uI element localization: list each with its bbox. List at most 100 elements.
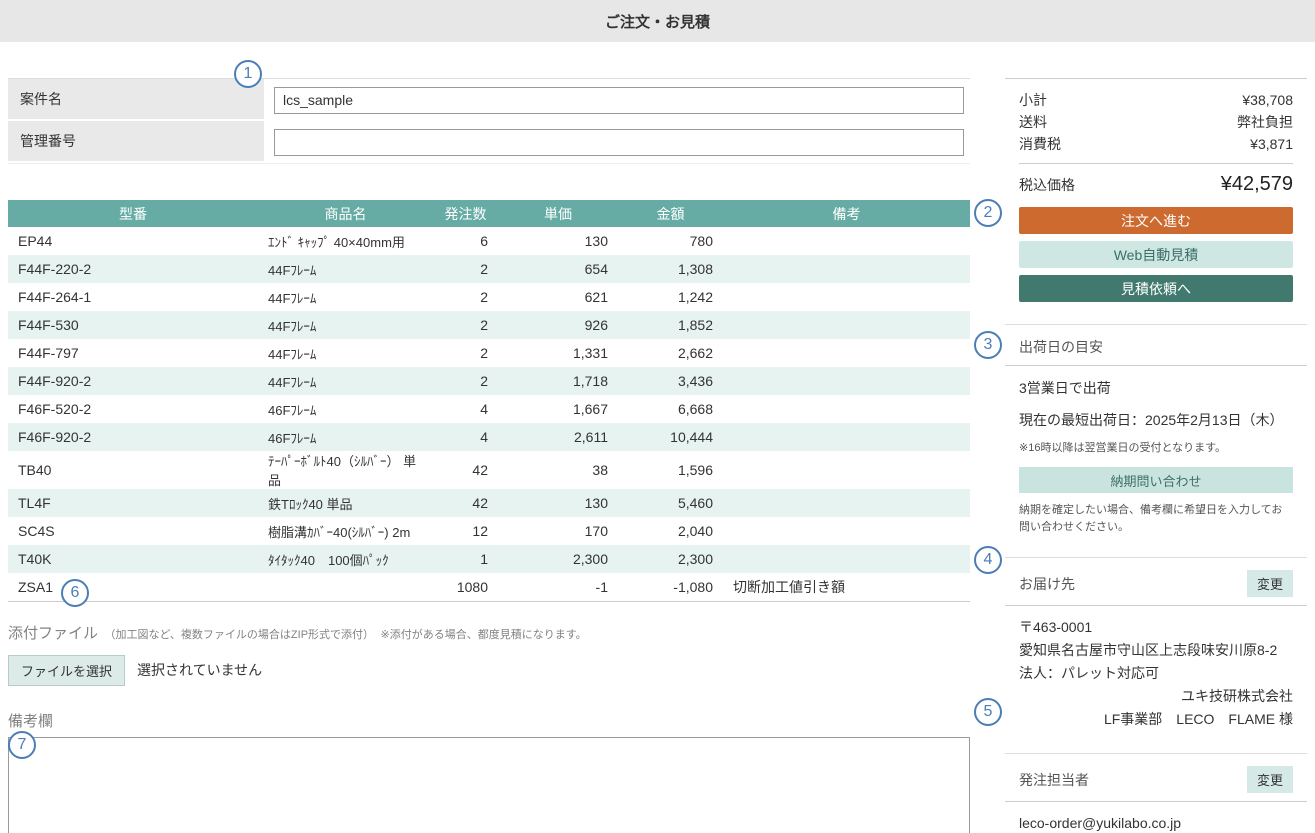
management-number-input[interactable] xyxy=(274,129,964,156)
cell-qty: 6 xyxy=(433,227,498,255)
tax-label: 消費税 xyxy=(1019,133,1061,155)
table-row: F46F-920-246Fﾌﾚｰﾑ42,61110,444 xyxy=(8,423,970,451)
cell-amount: 5,460 xyxy=(618,489,723,517)
quote-request-button[interactable]: 見積依頼へ xyxy=(1019,275,1293,302)
cell-model: ZSA1 xyxy=(8,573,258,601)
project-name-label: 案件名 xyxy=(8,79,264,121)
cell-product-name: 鉄Tﾛｯｸ40 単品 xyxy=(258,489,433,517)
file-select-button[interactable]: ファイルを選択 xyxy=(8,655,125,686)
lead-time-text: 3営業日で出荷 xyxy=(1019,378,1293,398)
product-table-body: EP44ｴﾝﾄﾞ ｷｬｯﾌﾟ 40×40mm用6130780F44F-220-2… xyxy=(8,227,970,601)
web-auto-quote-button[interactable]: Web自動見積 xyxy=(1019,241,1293,268)
delivery-inquiry-button[interactable]: 納期問い合わせ xyxy=(1019,467,1293,493)
cell-qty: 42 xyxy=(433,451,498,489)
delivery-address: 愛知県名古屋市守山区上志段味安川原8-2 xyxy=(1019,639,1293,662)
order-info-form: 案件名 管理番号 xyxy=(8,78,970,164)
cell-product-name: 樹脂溝ｶﾊﾞｰ40(ｼﾙﾊﾞｰ) 2m xyxy=(258,517,433,545)
shipping-date-title-row: 出荷日の目安 xyxy=(1005,337,1307,366)
cell-product-name: 44Fﾌﾚｰﾑ xyxy=(258,367,433,395)
cell-note xyxy=(723,367,970,395)
cell-unit-price: 654 xyxy=(498,255,618,283)
remarks-textarea[interactable] xyxy=(8,737,970,833)
table-row: SC4S樹脂溝ｶﾊﾞｰ40(ｼﾙﾊﾞｰ) 2m121702,040 xyxy=(8,517,970,545)
cell-product-name: 44Fﾌﾚｰﾑ xyxy=(258,311,433,339)
cell-model: F44F-920-2 xyxy=(8,367,258,395)
table-row: TB40ﾃｰﾊﾟｰﾎﾞﾙﾄ40（ｼﾙﾊﾞｰ） 単品42381,596 xyxy=(8,451,970,489)
orderer-email: leco-order@yukilabo.co.jp xyxy=(1019,812,1293,833)
attachment-section: 添付ファイル （加工図など、複数ファイルの場合はZIP形式で添付） ※添付がある… xyxy=(8,622,970,686)
cell-model: F44F-264-1 xyxy=(8,283,258,311)
cell-unit-price: 1,718 xyxy=(498,367,618,395)
cell-amount: 2,040 xyxy=(618,517,723,545)
cell-qty: 2 xyxy=(433,339,498,367)
cell-amount: 1,242 xyxy=(618,283,723,311)
shipping-date-title: 出荷日の目安 xyxy=(1019,337,1103,357)
project-name-field-cell xyxy=(264,79,970,121)
product-table-head: 型番 商品名 発注数 単価 金額 備考 xyxy=(8,200,970,227)
cell-unit-price: 926 xyxy=(498,311,618,339)
annotation-circle-2: 2 xyxy=(974,199,1002,227)
cell-note: 切断加工値引き額 xyxy=(723,573,970,601)
cell-model: SC4S xyxy=(8,517,258,545)
table-row: F44F-220-244Fﾌﾚｰﾑ26541,308 xyxy=(8,255,970,283)
cell-model: F44F-530 xyxy=(8,311,258,339)
cell-qty: 4 xyxy=(433,423,498,451)
cell-note xyxy=(723,489,970,517)
page-title: ご注文・お見積 xyxy=(605,11,710,32)
table-row: F44F-79744Fﾌﾚｰﾑ21,3312,662 xyxy=(8,339,970,367)
total-row: 税込価格 ¥42,579 xyxy=(1019,164,1293,207)
cell-amount: 1,596 xyxy=(618,451,723,489)
tax-row: 消費税 ¥3,871 xyxy=(1019,133,1293,155)
shipping-row: 送料 弊社負担 xyxy=(1019,111,1293,133)
cell-qty: 4 xyxy=(433,395,498,423)
file-select-row: ファイルを選択 選択されていません xyxy=(8,655,970,686)
cell-amount: 10,444 xyxy=(618,423,723,451)
delivery-address-block: 〒463-0001 愛知県名古屋市守山区上志段味安川原8-2 法人：パレット対応… xyxy=(1019,616,1293,731)
proceed-to-order-button[interactable]: 注文へ進む xyxy=(1019,207,1293,234)
remarks-label: 備考欄 xyxy=(8,710,970,731)
annotation-circle-4: 4 xyxy=(974,546,1002,574)
cell-unit-price: 2,611 xyxy=(498,423,618,451)
cell-amount: 1,308 xyxy=(618,255,723,283)
orderer-title: 発注担当者 xyxy=(1019,770,1089,790)
table-row: EP44ｴﾝﾄﾞ ｷｬｯﾌﾟ 40×40mm用6130780 xyxy=(8,227,970,255)
header-unit-price: 単価 xyxy=(498,200,618,227)
cell-note xyxy=(723,451,970,489)
delivery-company: ユキ技研株式会社 xyxy=(1019,685,1293,708)
annotation-circle-5: 5 xyxy=(974,698,1002,726)
cell-qty: 2 xyxy=(433,255,498,283)
cell-note xyxy=(723,395,970,423)
project-name-input[interactable] xyxy=(274,87,964,114)
cell-unit-price: 130 xyxy=(498,227,618,255)
delivery-change-button[interactable]: 変更 xyxy=(1247,570,1293,597)
delivery-title-row: お届け先 変更 xyxy=(1005,570,1307,606)
tax-value: ¥3,871 xyxy=(1250,133,1293,155)
orderer-change-button[interactable]: 変更 xyxy=(1247,766,1293,793)
cell-amount: 780 xyxy=(618,227,723,255)
cell-product-name: ｴﾝﾄﾞ ｷｬｯﾌﾟ 40×40mm用 xyxy=(258,227,433,255)
cell-unit-price: 1,331 xyxy=(498,339,618,367)
project-name-row: 案件名 xyxy=(8,79,970,121)
order-quote-page: ご注文・お見積 案件名 管理番号 xyxy=(0,0,1315,833)
cell-model: F46F-520-2 xyxy=(8,395,258,423)
cell-qty: 12 xyxy=(433,517,498,545)
cell-product-name xyxy=(258,573,433,601)
cell-note xyxy=(723,227,970,255)
delivery-department: LF事業部 LECO FLAME 様 xyxy=(1019,708,1293,731)
cell-unit-price: -1 xyxy=(498,573,618,601)
cell-note xyxy=(723,423,970,451)
cell-qty: 2 xyxy=(433,283,498,311)
table-row: TL4F鉄Tﾛｯｸ40 単品421305,460 xyxy=(8,489,970,517)
cutoff-note: ※16時以降は翌営業日の受付となります。 xyxy=(1019,439,1293,455)
total-value: ¥42,579 xyxy=(1221,173,1293,196)
cell-qty: 2 xyxy=(433,367,498,395)
cell-model: F44F-220-2 xyxy=(8,255,258,283)
cell-product-name: 44Fﾌﾚｰﾑ xyxy=(258,255,433,283)
cell-product-name: 44Fﾌﾚｰﾑ xyxy=(258,339,433,367)
management-number-field-cell xyxy=(264,121,970,163)
subtotal-row: 小計 ¥38,708 xyxy=(1019,89,1293,111)
cell-unit-price: 38 xyxy=(498,451,618,489)
cell-qty: 42 xyxy=(433,489,498,517)
cell-qty: 1080 xyxy=(433,573,498,601)
cell-amount: 1,852 xyxy=(618,311,723,339)
